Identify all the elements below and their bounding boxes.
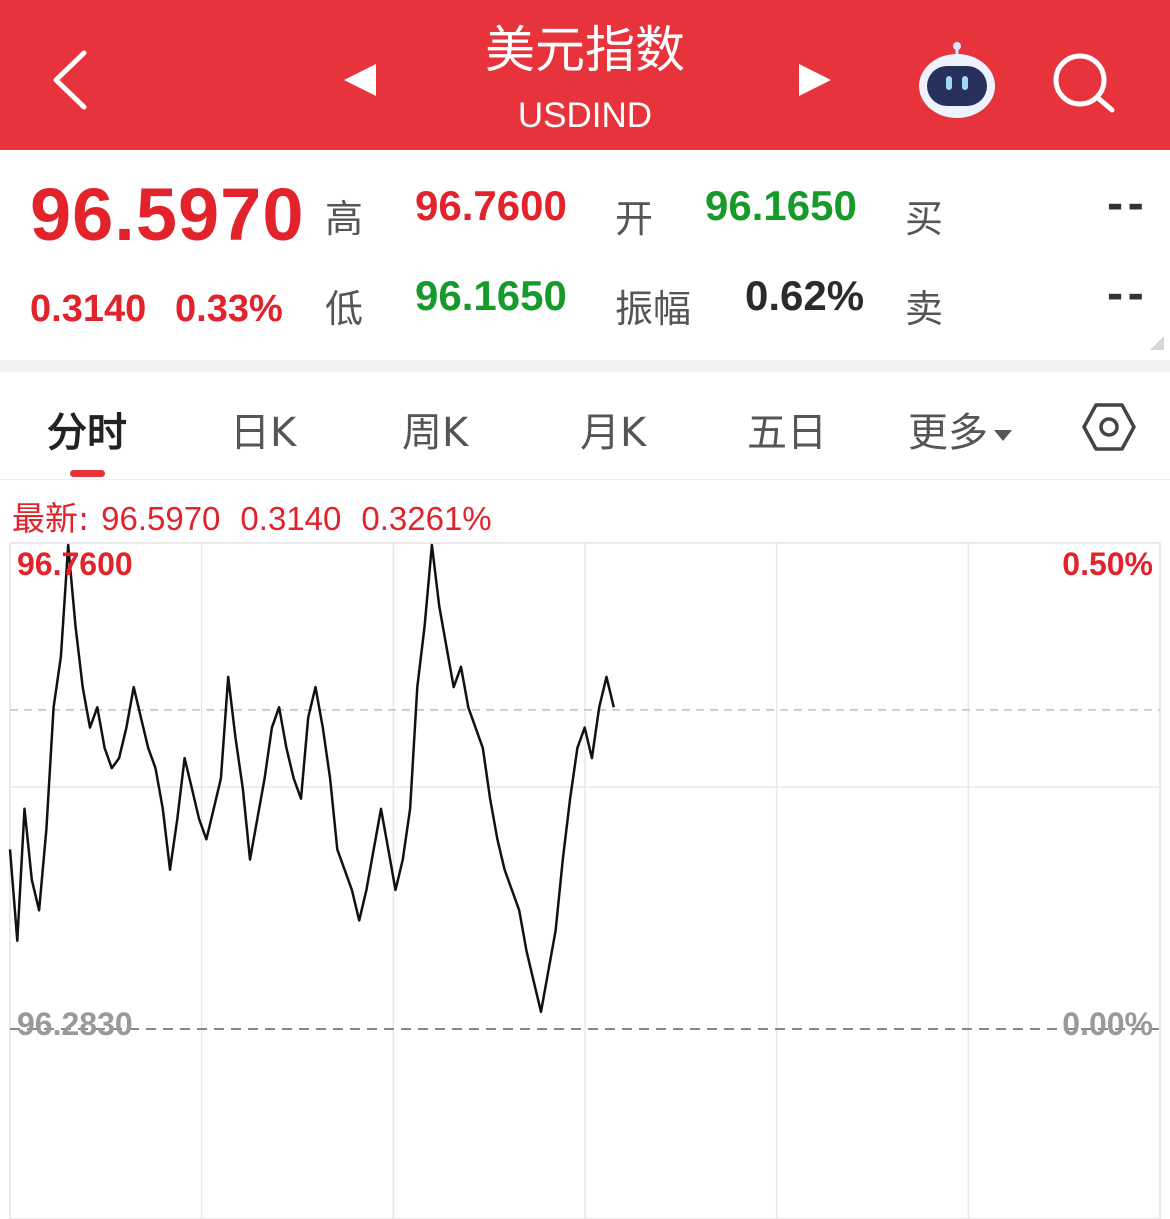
section-divider bbox=[0, 360, 1170, 372]
robot-icon[interactable] bbox=[915, 40, 999, 120]
high-value: 96.7600 bbox=[415, 182, 567, 229]
right-top-label: 0.50% bbox=[1062, 546, 1153, 582]
high-label: 高 bbox=[325, 197, 364, 241]
tab-weekly-k[interactable]: 周K bbox=[402, 400, 468, 458]
low-value: 96.1650 bbox=[415, 272, 567, 319]
chart-grid bbox=[9, 542, 1161, 1219]
sell-label: 卖 bbox=[905, 287, 944, 331]
right-bottom-label: 0.00% bbox=[1062, 1006, 1153, 1042]
chart-tabs: 分时 日K 周K 月K 五日 更多 bbox=[0, 372, 1170, 480]
last-price: 96.5970 bbox=[30, 173, 305, 256]
buy-value: -- bbox=[1106, 182, 1148, 228]
chevron-down-icon bbox=[994, 429, 1012, 441]
latest-price: 96.5970 bbox=[101, 500, 221, 537]
y-top-label: 96.7600 bbox=[17, 546, 133, 582]
tab-five-day[interactable]: 五日 bbox=[747, 400, 827, 458]
tab-more-label: 更多 bbox=[908, 410, 988, 456]
quote-panel: 96.5970 0.3140 0.33% 高 96.7600 低 96.1650… bbox=[0, 150, 1170, 360]
tab-more[interactable]: 更多 bbox=[908, 400, 1012, 458]
latest-change-percent: 0.3261% bbox=[361, 500, 492, 537]
amplitude-value: 0.62% bbox=[745, 272, 865, 319]
settings-icon[interactable] bbox=[1082, 402, 1136, 452]
latest-info: 最新: 96.5970 0.3140 0.3261% bbox=[12, 492, 512, 540]
prev-icon[interactable] bbox=[340, 60, 380, 100]
latest-change: 0.3140 bbox=[240, 500, 342, 537]
buy-label: 买 bbox=[905, 197, 944, 241]
change-value: 0.3140 bbox=[30, 288, 147, 330]
tab-intraday[interactable]: 分时 bbox=[47, 400, 127, 458]
price-line bbox=[8, 543, 616, 1014]
open-value: 96.1650 bbox=[705, 182, 857, 229]
top-bar: 美元指数 USDIND bbox=[0, 0, 1170, 150]
open-label: 开 bbox=[615, 197, 654, 241]
low-label: 低 bbox=[325, 287, 364, 331]
latest-label: 最新: bbox=[12, 499, 90, 538]
search-icon[interactable] bbox=[1050, 50, 1118, 114]
expand-corner-icon[interactable] bbox=[1150, 336, 1164, 350]
back-icon[interactable] bbox=[40, 45, 100, 115]
change-percent: 0.33% bbox=[175, 288, 283, 330]
page-subtitle: USDIND bbox=[517, 96, 653, 135]
next-icon[interactable] bbox=[795, 60, 835, 100]
tab-daily-k[interactable]: 日K bbox=[230, 400, 296, 458]
amplitude-label: 振幅 bbox=[615, 287, 692, 331]
intraday-chart[interactable]: 96.7600 96.2830 0.50% 0.00% bbox=[0, 535, 1170, 1219]
page-title: 美元指数 bbox=[485, 21, 685, 79]
active-tab-indicator bbox=[70, 470, 105, 477]
tab-monthly-k[interactable]: 月K bbox=[580, 400, 646, 458]
sell-value: -- bbox=[1106, 272, 1148, 318]
y-bottom-label: 96.2830 bbox=[17, 1006, 133, 1042]
